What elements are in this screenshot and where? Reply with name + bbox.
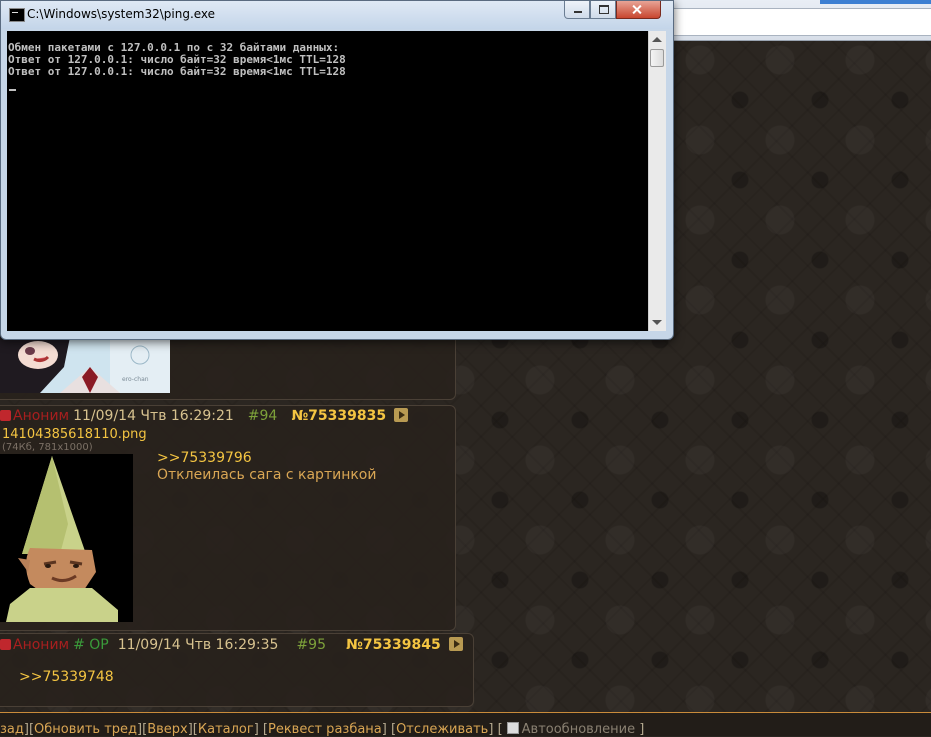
post-header: Аноним 11/09/14 Чтв 16:29:21 #94 №75339835: [0, 408, 409, 424]
minimize-button[interactable]: [564, 1, 590, 19]
console-line: Ответ от 127.0.0.1: число байт=32 время<…: [8, 65, 346, 78]
post-header: Аноним # OP 11/09/14 Чтв 16:29:35 #95 №75339…: [0, 637, 463, 653]
post-thumbnail[interactable]: [0, 454, 133, 622]
ping-console-window[interactable]: C:\Windows\system32\ping.exe Обмен пакет…: [0, 0, 674, 340]
console-scrollbar[interactable]: [648, 31, 666, 331]
post-date: 11/09/14 Чтв 16:29:21: [73, 408, 234, 424]
svg-text:ero-chan: ero-chan: [122, 376, 149, 383]
close-button[interactable]: [616, 1, 661, 19]
auto-update-checkbox[interactable]: [506, 722, 519, 734]
post-thumbnail[interactable]: ero-chan: [0, 337, 170, 393]
post-index: #94: [247, 408, 278, 424]
window-titlebar[interactable]: C:\Windows\system32\ping.exe: [1, 1, 673, 29]
post-previous: ero-chan: [0, 330, 456, 400]
console-app-icon[interactable]: [9, 8, 25, 22]
post-date: 11/09/14 Чтв 16:29:35: [117, 637, 279, 653]
reply-link[interactable]: >>75339748: [19, 669, 114, 685]
attachment-meta: (74Кб, 781x1000): [2, 442, 93, 453]
attachment-filename-link[interactable]: 14104385618110.png: [2, 427, 147, 442]
op-badge: # OP: [73, 637, 109, 653]
reply-link[interactable]: >>75339796: [157, 450, 252, 466]
window-title: C:\Windows\system32\ping.exe: [27, 7, 216, 21]
flag-icon: [0, 639, 11, 650]
post-94: Аноним 11/09/14 Чтв 16:29:21 #94 №75339835 …: [0, 405, 456, 631]
browser-address-bar[interactable]: [672, 8, 931, 36]
text-cursor: [9, 89, 16, 91]
scroll-up-icon[interactable]: [652, 37, 662, 42]
play-icon[interactable]: [394, 408, 409, 422]
flag-icon: [0, 410, 11, 421]
post-number-link[interactable]: №75339845: [346, 637, 441, 653]
scroll-thumb[interactable]: [650, 49, 664, 67]
console-output[interactable]: Обмен пакетами с 127.0.0.1 по с 32 байта…: [7, 31, 648, 331]
post-number-link[interactable]: №75339835: [291, 408, 386, 424]
maximize-button[interactable]: [590, 1, 616, 19]
poster-name: Аноним: [13, 408, 70, 424]
play-icon[interactable]: [448, 637, 463, 651]
post-message: Отклеилась сага с картинкой: [157, 467, 377, 483]
poster-name: Аноним: [13, 637, 70, 653]
browser-tab-indicator: [820, 0, 931, 4]
console-text: Обмен пакетами с 127.0.0.1 по с 32 байта…: [8, 42, 346, 78]
post-index: #95: [296, 637, 326, 653]
post-95: Аноним # OP 11/09/14 Чтв 16:29:35 #95 №75339…: [0, 633, 474, 707]
scroll-down-icon[interactable]: [652, 320, 662, 325]
